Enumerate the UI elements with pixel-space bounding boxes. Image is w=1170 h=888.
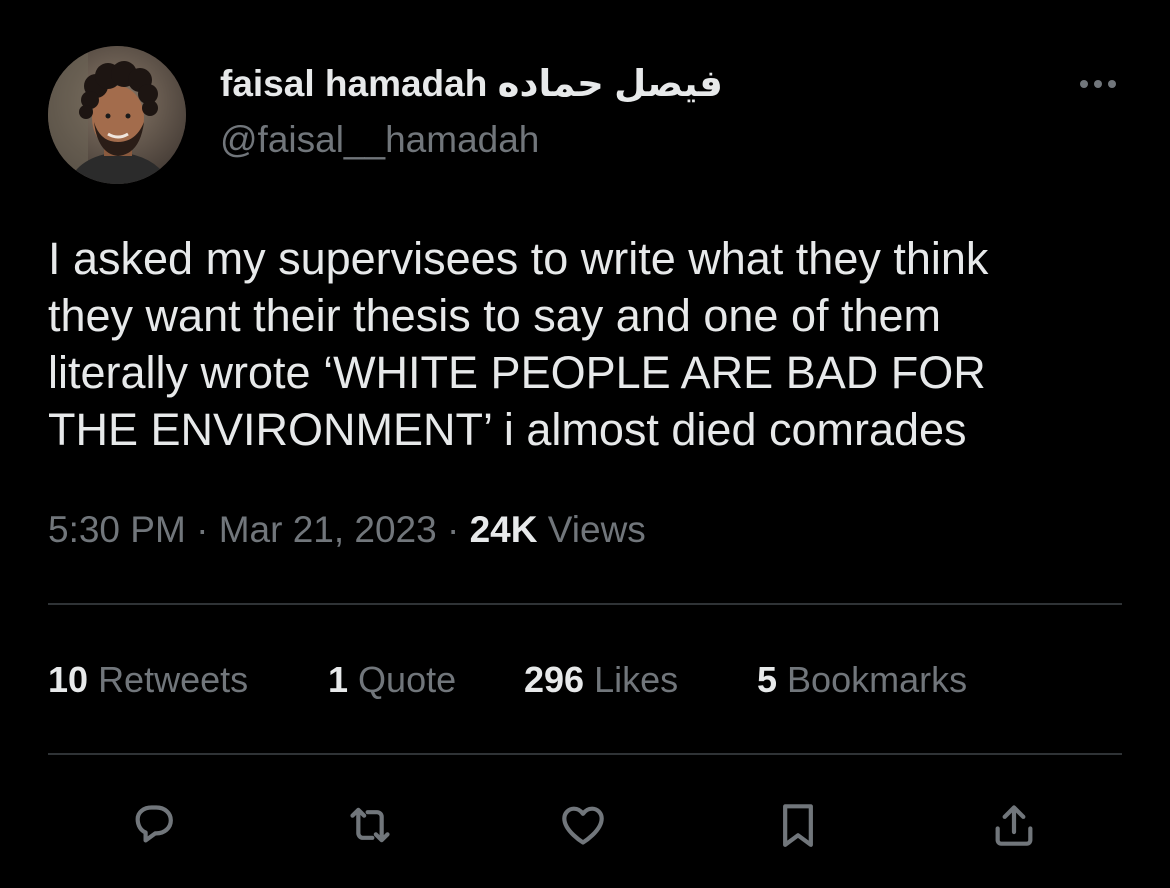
tweet-text-line: THE ENVIRONMENT’ i almost died comrades [48, 404, 967, 455]
bookmark-icon [783, 804, 813, 847]
tweet-text: I asked my supervisees to write what the… [48, 230, 1122, 458]
quotes-count: 1 [328, 659, 349, 700]
likes-label: Likes [594, 659, 679, 700]
retweet-icon [350, 807, 390, 843]
tweet-meta: 5:30 PM · Mar 21, 2023 · 24K Views [48, 505, 646, 555]
tweet-time[interactable]: 5:30 PM [48, 509, 186, 550]
separator: · [447, 509, 460, 550]
retweet-button[interactable] [340, 795, 400, 855]
likes-count: 296 [524, 659, 585, 700]
more-horizontal-icon [1080, 80, 1116, 88]
retweets-stat[interactable]: 10 Retweets [48, 655, 248, 705]
heart-icon [562, 806, 604, 845]
reply-button[interactable] [124, 795, 184, 855]
views-count: 24K [469, 509, 538, 550]
tweet-text-line: I asked my supervisees to write what the… [48, 233, 989, 284]
quotes-stat[interactable]: 1 Quote [328, 655, 456, 705]
bookmarks-label: Bookmarks [787, 659, 968, 700]
reply-icon [135, 805, 173, 843]
likes-stat[interactable]: 296 Likes [524, 655, 678, 705]
share-icon [995, 805, 1033, 846]
tweet-text-line: literally wrote ‘WHITE PEOPLE ARE BAD FO… [48, 347, 986, 398]
avatar[interactable] [48, 46, 186, 184]
separator: · [196, 509, 209, 550]
divider [48, 753, 1122, 755]
tweet-text-line: they want their thesis to say and one of… [48, 290, 942, 341]
share-button[interactable] [984, 795, 1044, 855]
author-handle[interactable]: @faisal__hamadah [220, 116, 539, 164]
views-label: Views [547, 509, 646, 550]
like-button[interactable] [553, 795, 613, 855]
tweet-date[interactable]: Mar 21, 2023 [219, 509, 437, 550]
retweets-label: Retweets [98, 659, 249, 700]
divider [48, 603, 1122, 605]
quotes-label: Quote [358, 659, 457, 700]
bookmark-button[interactable] [768, 795, 828, 855]
author-display-name[interactable]: faisal hamadah فيصل حماده [220, 60, 723, 108]
bookmarks-stat[interactable]: 5 Bookmarks [757, 655, 967, 705]
retweets-count: 10 [48, 659, 89, 700]
bookmarks-count: 5 [757, 659, 778, 700]
avatar-photo [48, 46, 186, 184]
more-options-button[interactable] [1074, 64, 1122, 104]
